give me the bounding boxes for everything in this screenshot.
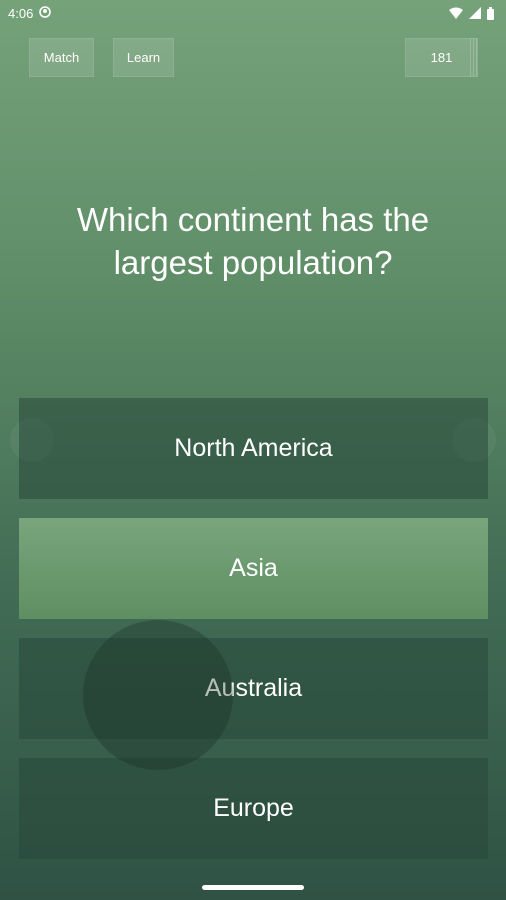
home-indicator[interactable] — [202, 885, 304, 890]
score-decoration — [470, 38, 480, 77]
notification-icon — [39, 5, 52, 21]
signal-icon — [469, 7, 481, 19]
status-bar: 4:06 — [0, 0, 506, 26]
status-left: 4:06 — [8, 5, 52, 21]
match-button[interactable]: Match — [29, 38, 94, 77]
question-text: Which continent has the largest populati… — [76, 201, 430, 281]
answer-option-europe[interactable]: Europe — [19, 758, 488, 859]
answer-option-asia[interactable]: Asia — [19, 518, 488, 619]
answer-option-north-america[interactable]: North America — [19, 398, 488, 499]
status-right — [449, 6, 494, 20]
learn-button[interactable]: Learn — [113, 38, 174, 77]
answer-option-australia[interactable]: Australia — [19, 638, 488, 739]
wifi-icon — [449, 7, 463, 19]
status-time: 4:06 — [8, 5, 34, 21]
battery-icon — [487, 6, 494, 20]
score-button[interactable]: 181 — [405, 38, 478, 77]
